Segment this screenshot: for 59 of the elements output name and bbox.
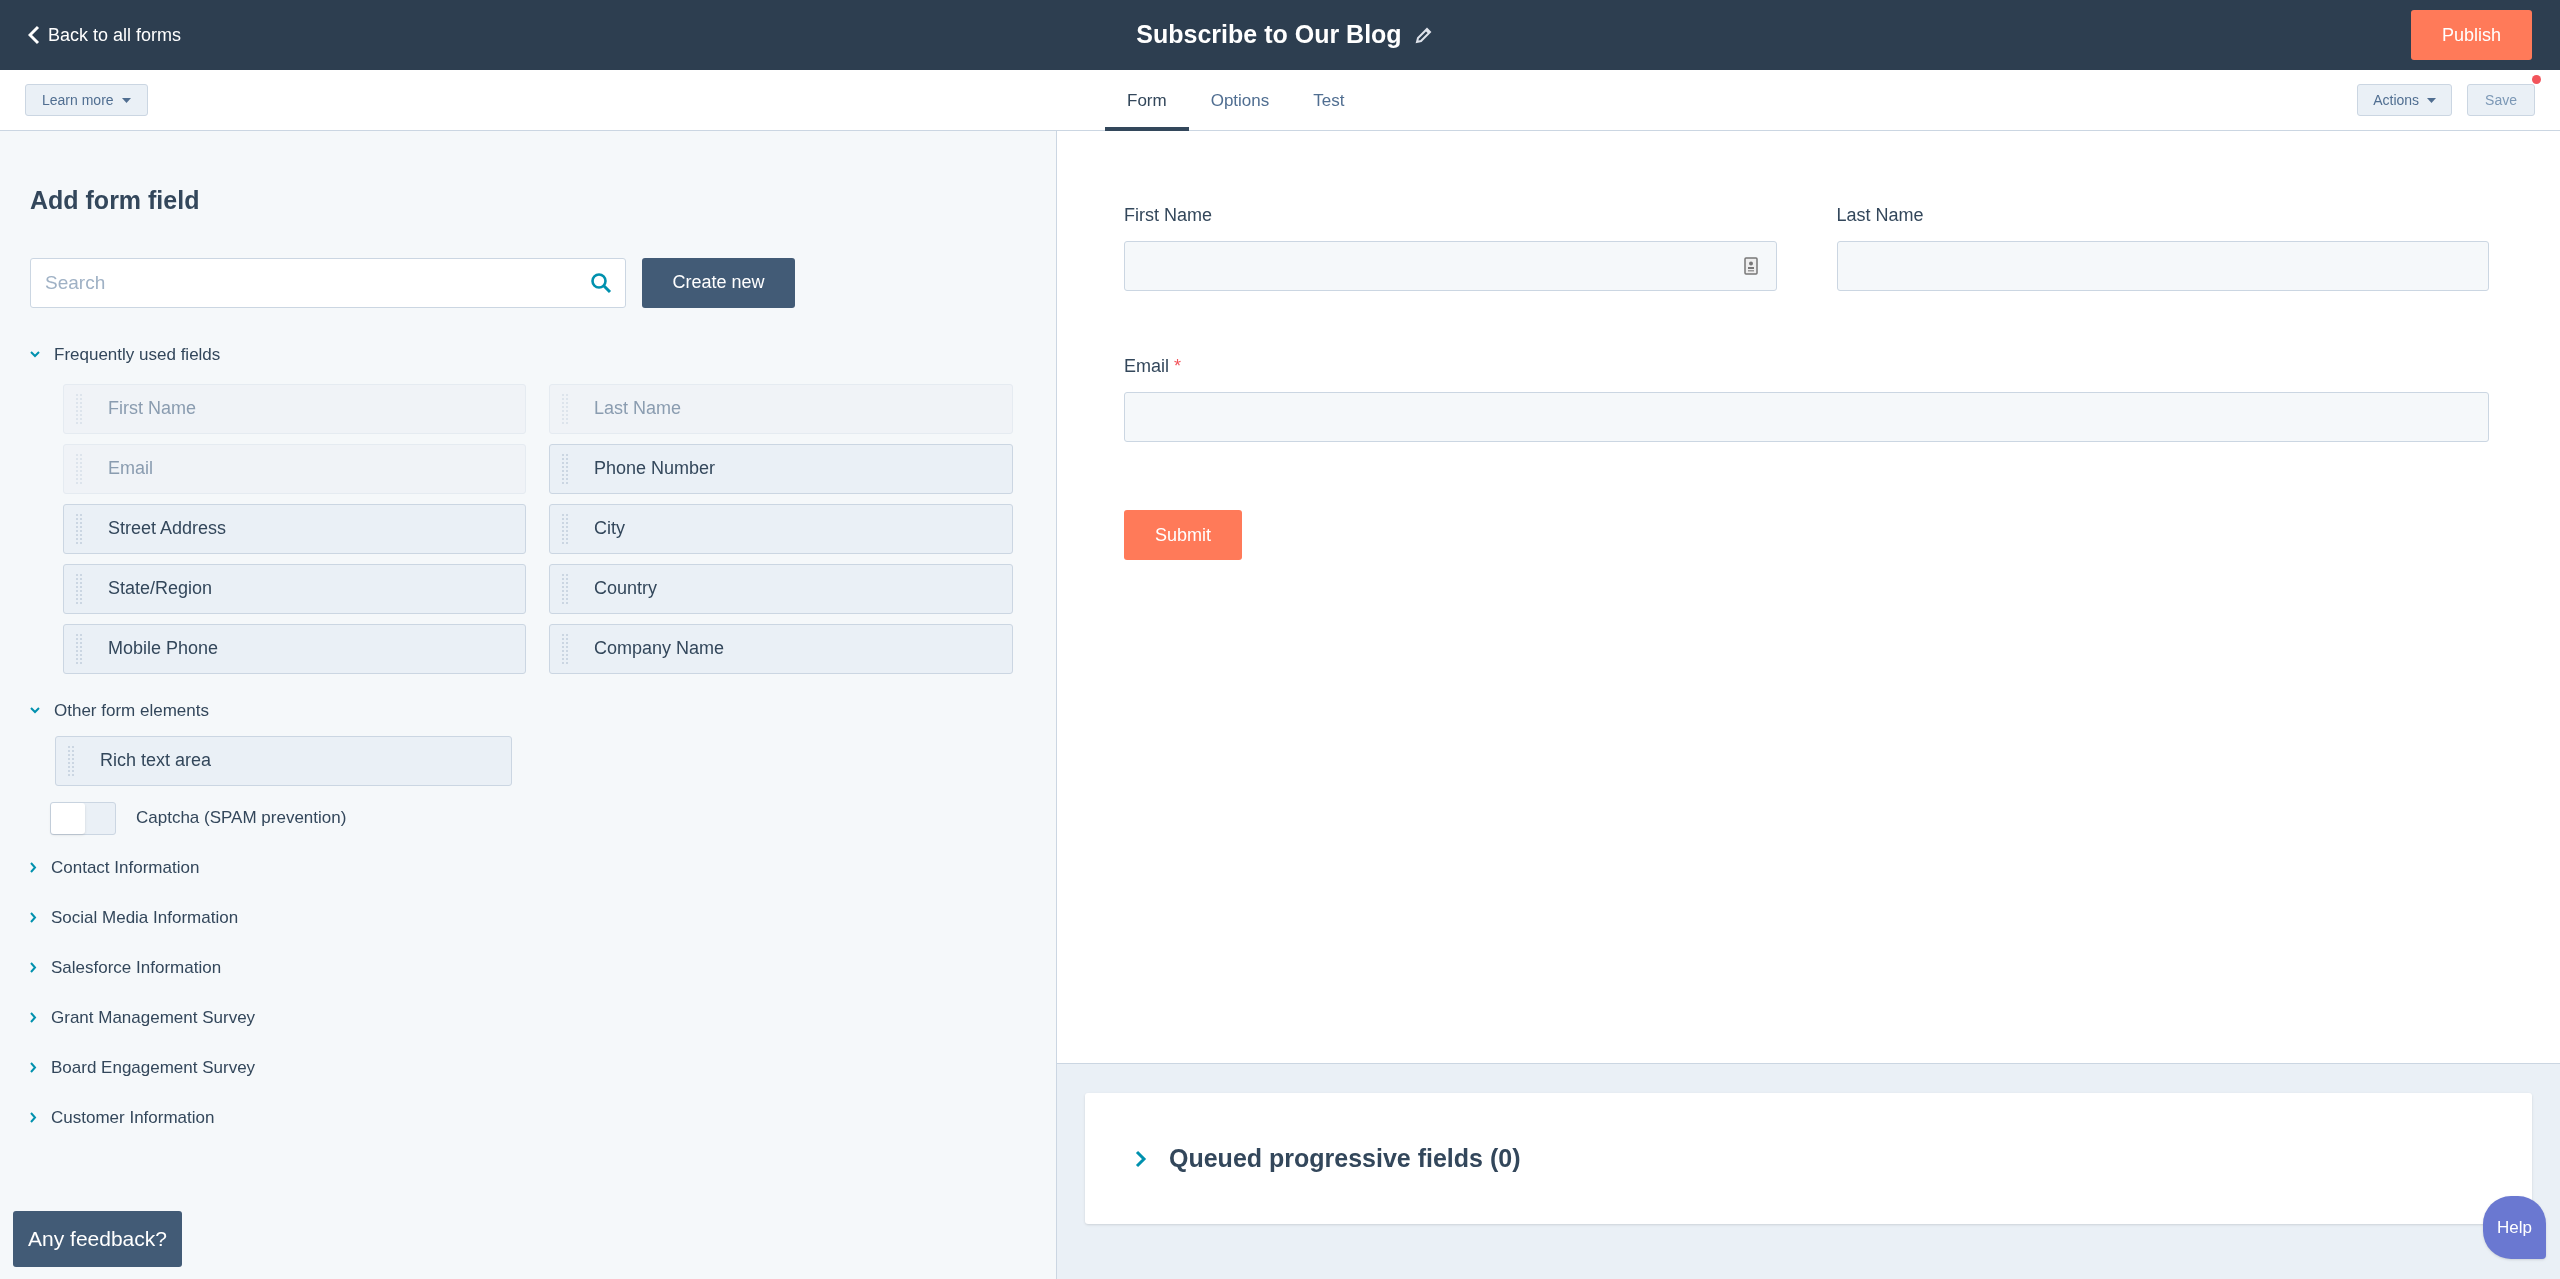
section-header[interactable]: Social Media Information xyxy=(51,904,239,931)
drag-handle-icon xyxy=(76,633,82,664)
field-item[interactable]: Rich text area xyxy=(55,735,512,786)
search-icon[interactable] xyxy=(590,271,612,294)
field-item[interactable]: City xyxy=(549,503,1013,554)
create-new-button[interactable]: Create new xyxy=(642,257,795,308)
drag-handle-icon xyxy=(562,573,568,604)
drag-handle-icon xyxy=(76,573,82,604)
toggle-switch[interactable] xyxy=(50,801,116,835)
section-header[interactable]: Frequently used fields xyxy=(54,341,221,368)
required-mark: * xyxy=(1174,355,1182,378)
chevron-right-icon[interactable] xyxy=(30,912,37,923)
back-link[interactable]: Back to all forms xyxy=(28,21,182,49)
drag-handle-icon xyxy=(76,513,82,544)
field-item[interactable]: Phone Number xyxy=(549,443,1013,494)
drag-handle-icon xyxy=(68,745,74,776)
queued-fields-title[interactable]: Queued progressive fields (0) xyxy=(1169,1139,1521,1178)
help-button[interactable]: Help xyxy=(2483,1196,2546,1259)
chevron-down-icon[interactable] xyxy=(30,707,40,714)
section-header[interactable]: Customer Information xyxy=(51,1104,215,1131)
chevron-right-icon[interactable] xyxy=(30,1012,37,1023)
chevron-right-icon[interactable] xyxy=(30,962,37,973)
drag-handle-icon xyxy=(562,453,568,484)
learn-more-dropdown[interactable]: Learn more xyxy=(25,84,148,116)
drag-handle-icon xyxy=(562,513,568,544)
chevron-right-icon[interactable] xyxy=(30,1062,37,1073)
pencil-icon[interactable] xyxy=(1413,25,1434,45)
chevron-down-icon[interactable] xyxy=(30,351,40,358)
toggle-label: Captcha (SPAM prevention) xyxy=(136,807,347,830)
contact-card-icon[interactable] xyxy=(1743,257,1758,275)
search-field[interactable]: Search xyxy=(30,257,626,308)
field-item[interactable]: Company Name xyxy=(549,623,1013,674)
caret-icon xyxy=(121,97,131,103)
chevron-right-icon[interactable] xyxy=(30,862,37,873)
field-item[interactable]: State/Region xyxy=(63,563,526,614)
form-title: Subscribe to Our Blog xyxy=(1136,19,1402,51)
section-header[interactable]: Salesforce Information xyxy=(51,954,222,981)
section-header[interactable]: Board Engagement Survey xyxy=(51,1054,256,1081)
caret-icon xyxy=(2427,97,2437,103)
chevron-right-icon[interactable] xyxy=(30,1112,37,1123)
drag-handle-icon xyxy=(562,633,568,664)
tab[interactable]: Options xyxy=(1188,70,1292,131)
field-item[interactable]: Mobile Phone xyxy=(63,623,526,674)
field-label: Email xyxy=(1124,355,1169,378)
input-field[interactable] xyxy=(1124,241,1777,291)
feedback-button[interactable]: Any feedback? xyxy=(13,1211,182,1267)
field-label: First Name xyxy=(1124,204,1212,227)
chevron-icon[interactable] xyxy=(1135,1149,1147,1168)
section-header[interactable]: Contact Information xyxy=(51,854,200,881)
field-label: Last Name xyxy=(1836,204,1924,227)
input-field[interactable] xyxy=(1124,392,2489,442)
input-field[interactable] xyxy=(1836,241,2489,291)
field-item[interactable]: Country xyxy=(549,563,1013,614)
field-item[interactable]: Street Address xyxy=(63,503,526,554)
actions-dropdown[interactable]: Actions xyxy=(2357,84,2453,116)
panel-title: Add form field xyxy=(30,185,201,216)
section-header[interactable]: Other form elements xyxy=(54,697,209,724)
section-header[interactable]: Grant Management Survey xyxy=(51,1004,256,1031)
tab[interactable]: Test xyxy=(1291,70,1367,131)
